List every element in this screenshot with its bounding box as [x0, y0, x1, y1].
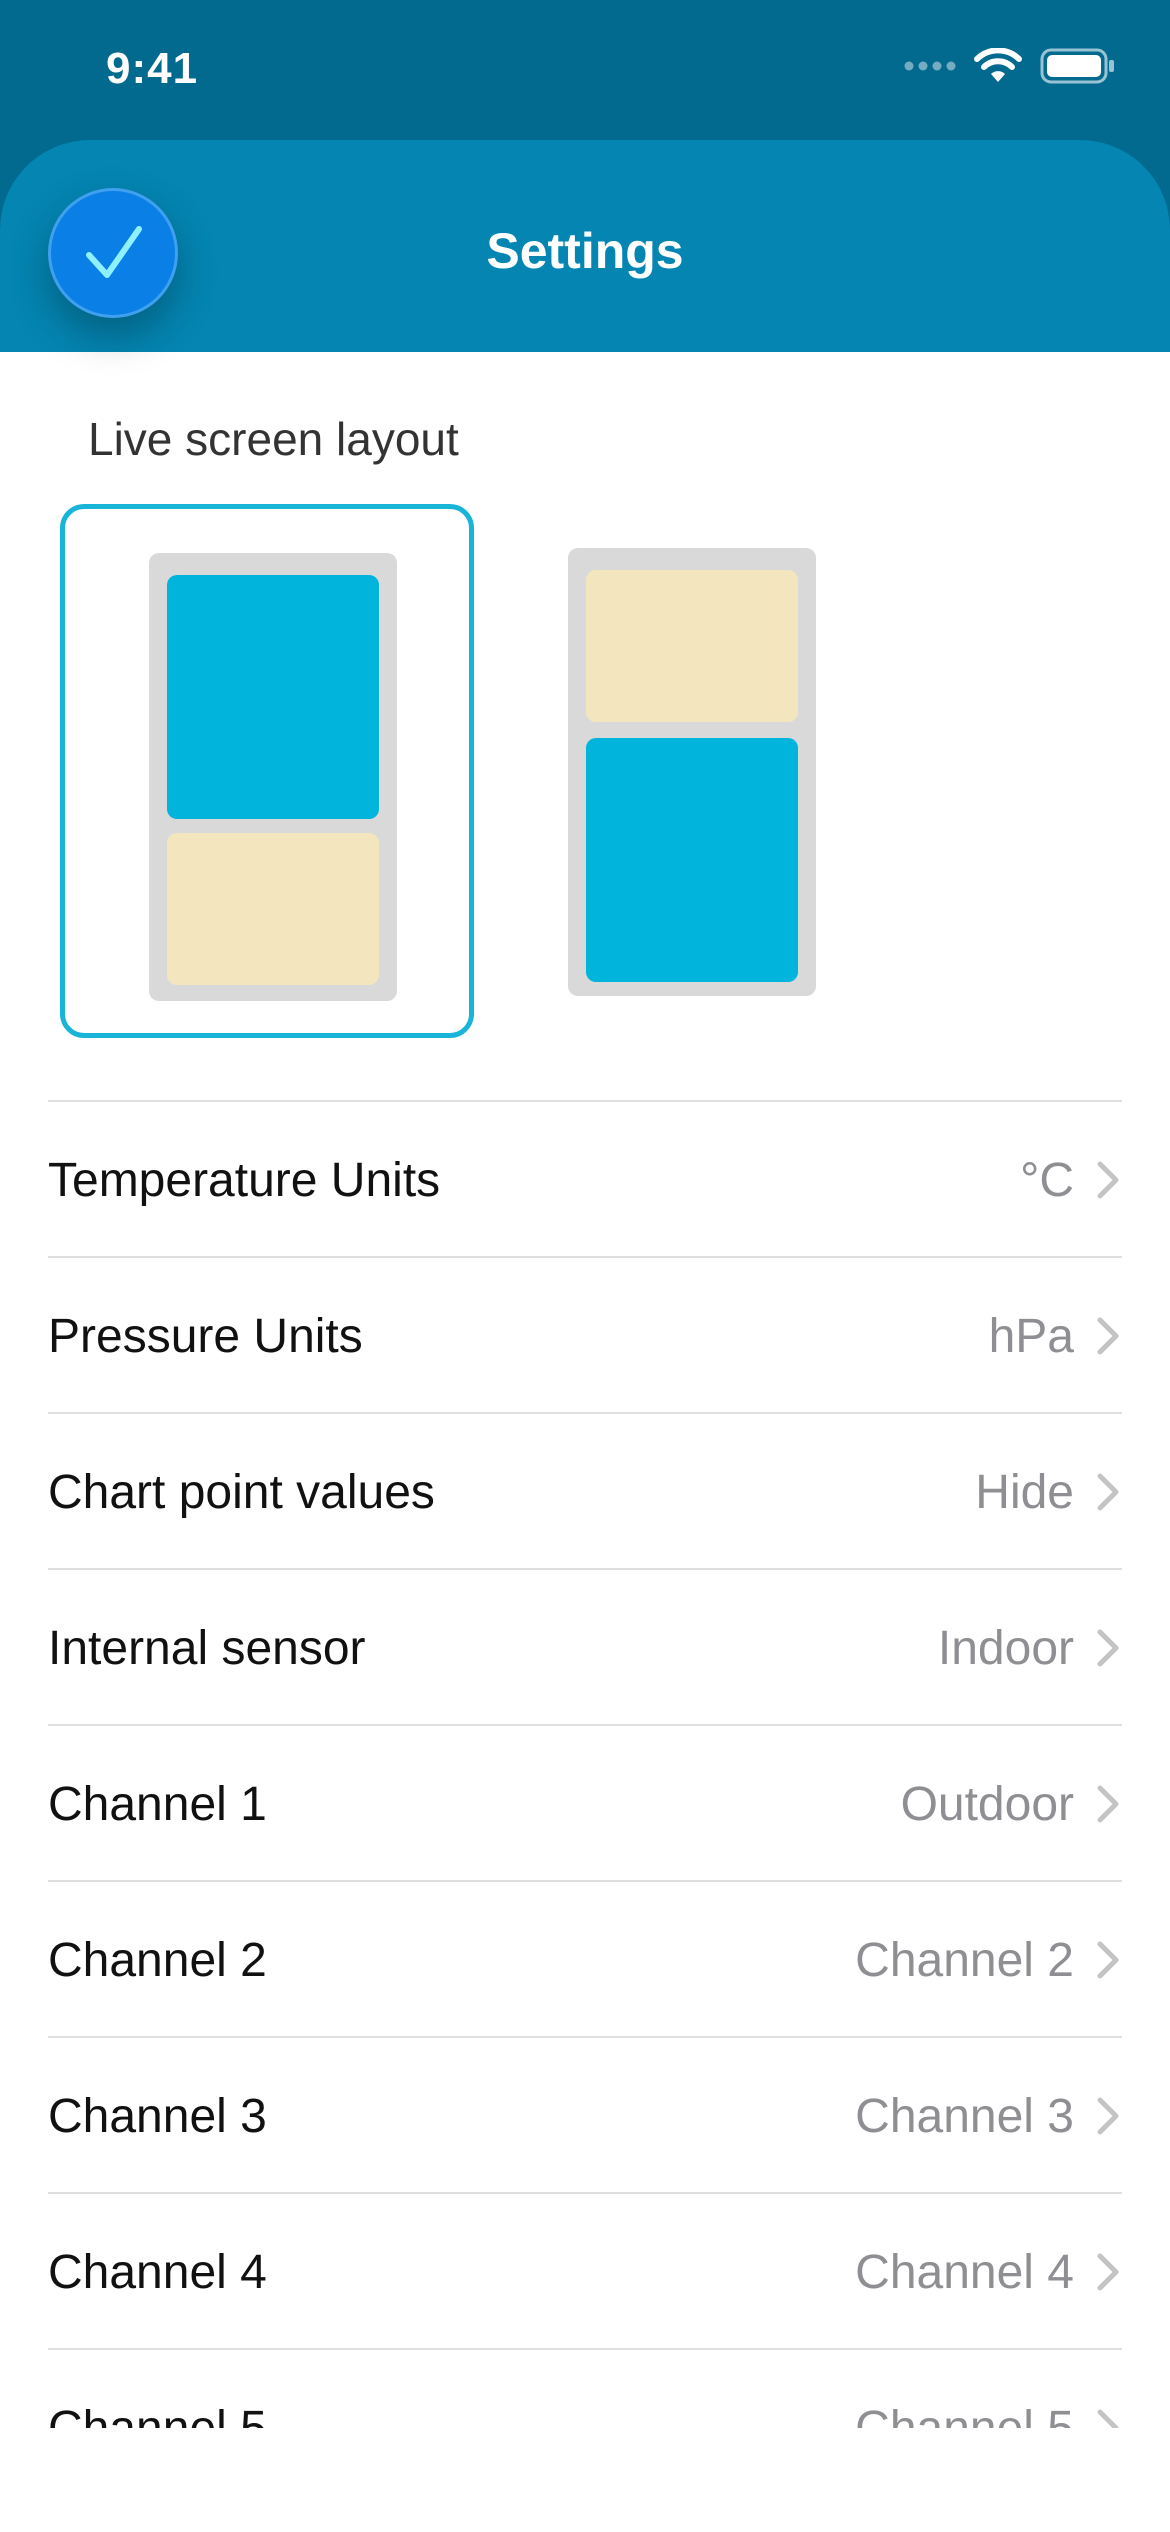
chevron-right-icon [1097, 1161, 1119, 1199]
battery-icon [1040, 48, 1114, 84]
chevron-right-icon [1097, 1317, 1119, 1355]
chevron-right-icon [1097, 2097, 1119, 2135]
setting-row-pressure-units[interactable]: Pressure Units hPa [48, 1258, 1122, 1414]
setting-value: Outdoor [900, 1777, 1074, 1831]
settings-list[interactable]: Temperature Units °C Pressure Units hPa … [0, 1090, 1170, 2428]
setting-row-channel-1[interactable]: Channel 1 Outdoor [48, 1726, 1122, 1882]
setting-label: Internal sensor [48, 1621, 366, 1675]
setting-label: Chart point values [48, 1465, 435, 1519]
signal-dots-icon [904, 61, 956, 71]
chevron-right-icon [1097, 2409, 1119, 2428]
status-time: 9:41 [106, 44, 199, 93]
setting-value: °C [1020, 1153, 1074, 1207]
setting-label: Channel 3 [48, 2089, 267, 2143]
chevron-right-icon [1097, 1785, 1119, 1823]
setting-row-channel-5[interactable]: Channel 5 Channel 5 [48, 2350, 1122, 2428]
setting-value: Channel 4 [855, 2245, 1074, 2299]
setting-value: Hide [975, 1465, 1074, 1519]
wifi-icon [974, 48, 1022, 82]
layout-option-large-bottom[interactable] [484, 504, 898, 1038]
layout-secondary-block [167, 833, 379, 985]
setting-label: Channel 4 [48, 2245, 267, 2299]
layout-preview-frame [149, 553, 397, 1001]
status-icons [904, 48, 1116, 84]
setting-row-chart-point-values[interactable]: Chart point values Hide [48, 1414, 1122, 1570]
setting-value: hPa [988, 1309, 1074, 1363]
checkmark-icon [86, 226, 142, 278]
chevron-right-icon [1097, 1941, 1119, 1979]
setting-row-channel-2[interactable]: Channel 2 Channel 2 [48, 1882, 1122, 2038]
chevron-right-icon [1097, 1473, 1119, 1511]
setting-value: Channel 3 [855, 2089, 1074, 2143]
setting-row-channel-4[interactable]: Channel 4 Channel 4 [48, 2194, 1122, 2350]
layout-primary-block [167, 575, 379, 819]
layout-option-large-top[interactable] [60, 504, 474, 1038]
setting-value: Indoor [937, 1621, 1074, 1675]
setting-value: Channel 2 [855, 1933, 1074, 1987]
layout-preview-frame [568, 548, 816, 996]
setting-label: Channel 5 [48, 2401, 267, 2429]
setting-label: Temperature Units [48, 1153, 441, 1207]
layout-primary-block [586, 738, 798, 982]
setting-label: Channel 2 [48, 1933, 267, 1987]
layout-secondary-block [586, 570, 798, 722]
chevron-right-icon [1097, 2253, 1119, 2291]
setting-row-temperature-units[interactable]: Temperature Units °C [48, 1102, 1122, 1258]
chevron-right-icon [1097, 1629, 1119, 1667]
setting-row-internal-sensor[interactable]: Internal sensor Indoor [48, 1570, 1122, 1726]
setting-label: Channel 1 [48, 1777, 267, 1831]
setting-row-channel-3[interactable]: Channel 3 Channel 3 [48, 2038, 1122, 2194]
section-label-live-layout: Live screen layout [88, 413, 459, 465]
setting-value: Channel 5 [855, 2401, 1074, 2429]
setting-label: Pressure Units [48, 1309, 363, 1363]
done-button[interactable] [48, 188, 178, 318]
